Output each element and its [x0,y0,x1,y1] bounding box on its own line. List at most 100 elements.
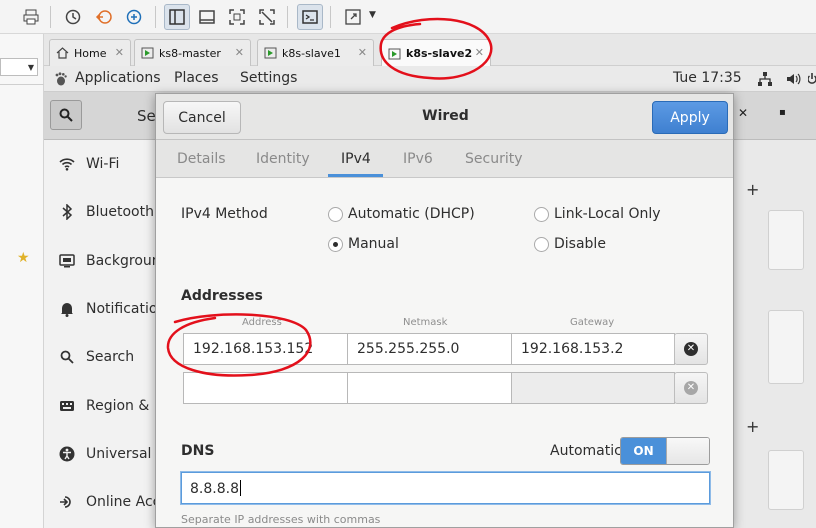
settings-menu[interactable]: Settings [240,70,297,86]
chevron-down-icon: ▼ [27,63,34,72]
column-netmask: Netmask [403,317,448,328]
gateway-field[interactable]: 192.168.153.2 [511,333,675,365]
method-link-local-only[interactable]: Link-Local Only [534,206,661,222]
sidebar-item-bluetooth[interactable]: Bluetooth [44,188,158,236]
minimize-icon[interactable]: ✕ [738,106,748,120]
gnome-foot-icon [54,72,68,90]
places-menu[interactable]: Places [174,70,219,86]
column-address: Address [242,317,282,328]
settings-title-fragment: Se [137,107,156,125]
online-accounts-icon [58,493,76,511]
background-icon [58,252,76,270]
method-automatic-dhcp[interactable]: Automatic (DHCP) [328,206,475,222]
dns-field[interactable]: 8.8.8.8 [181,472,710,504]
console-view-icon[interactable] [194,4,220,30]
settings-search-button[interactable] [50,100,82,130]
wired-dialog: Cancel Wired Apply Details Identity IPv4… [155,93,734,528]
delete-address-button[interactable]: ✕ [674,372,708,404]
dns-label: DNS [181,443,215,459]
search-icon [58,348,76,366]
active-tab-indicator [328,174,383,177]
sidebar-item-universal-access[interactable]: Universal Access [44,430,158,478]
dialog-title: Wired [422,108,469,124]
vm-tab-bar: Home ✕ ks8-master ✕ k8s-slave1 ✕ k8s-sla… [44,34,816,67]
apply-button[interactable]: Apply [652,101,728,134]
radio-icon [534,206,549,222]
add-icon[interactable]: + [746,180,759,199]
switch-on-label: ON [621,438,666,464]
close-icon[interactable]: ✕ [235,46,244,59]
tab-details[interactable]: Details [177,151,226,167]
revert-snapshot-icon[interactable] [91,4,117,30]
chevron-down-icon[interactable]: ▼ [369,10,376,20]
text-cursor [239,480,241,496]
dialog-tabs: Details Identity IPv4 IPv6 Security [156,140,733,178]
fullscreen-icon[interactable] [224,4,250,30]
netmask-field[interactable] [347,372,512,404]
method-manual[interactable]: Manual [328,236,399,252]
home-icon [56,47,69,59]
tab-ks8-master[interactable]: ks8-master ✕ [134,39,251,66]
sidebar-item-region-language[interactable]: Region & Language [44,382,158,430]
library-panel: ▼ ★ [0,34,44,528]
add-icon[interactable]: + [746,417,759,436]
applications-menu[interactable]: Applications [75,70,161,86]
switch-knob [666,438,709,464]
settings-sidebar: Wi-Fi Bluetooth Background Notifications… [44,140,158,528]
vm-icon [141,47,154,59]
vmware-window: ▼ ▼ ★ Home ✕ ks8-master ✕ k8s-slave1 ✕ k… [0,0,816,528]
bell-icon [58,300,76,318]
close-icon[interactable]: ✕ [115,46,124,59]
dns-automatic-switch[interactable]: ON [620,437,710,465]
delete-icon: ✕ [684,381,698,395]
ipv4-method-label: IPv4 Method [181,206,268,222]
snapshot-manager-icon[interactable] [121,4,147,30]
tab-ipv6[interactable]: IPv6 [403,151,433,167]
tab-k8s-slave1[interactable]: k8s-slave1 ✕ [257,39,374,66]
bluetooth-icon [58,203,76,221]
tab-identity[interactable]: Identity [256,151,310,167]
sidebar-view-icon[interactable] [164,4,190,30]
print-icon[interactable] [18,4,44,30]
panel-box [768,210,804,270]
sidebar-item-notifications[interactable]: Notifications [44,285,158,333]
addresses-label: Addresses [181,288,263,304]
delete-icon: ✕ [684,342,698,356]
netmask-field[interactable]: 255.255.255.0 [347,333,512,365]
gnome-top-bar: Applications Places Settings Tue 17:35 [44,66,816,92]
close-icon[interactable]: ✕ [358,46,367,59]
sidebar-item-wifi[interactable]: Wi-Fi [44,140,158,188]
accessibility-icon [58,445,76,463]
unity-icon[interactable] [254,4,280,30]
column-gateway: Gateway [570,317,615,328]
network-icon[interactable] [757,71,773,91]
maximize-icon[interactable]: ▪ [779,107,786,118]
tab-k8s-slave2[interactable]: k8s-slave2 ✕ [381,39,491,67]
gateway-field[interactable] [511,372,675,404]
radio-icon [534,236,549,252]
dns-automatic-label: Automatic [550,443,622,459]
clock[interactable]: Tue 17:35 [673,70,742,86]
dialog-header: Cancel Wired Apply [156,94,733,140]
snapshot-icon[interactable] [60,4,86,30]
terminal-icon[interactable] [297,4,323,30]
wifi-icon [58,155,76,173]
close-icon[interactable]: ✕ [475,46,484,59]
volume-icon[interactable] [785,71,801,91]
sidebar-item-search[interactable]: Search [44,333,158,381]
library-select[interactable]: ▼ [0,58,38,76]
vmware-toolbar: ▼ [0,0,816,34]
tab-home[interactable]: Home ✕ [49,39,131,66]
address-field[interactable] [183,372,348,404]
address-field[interactable]: 192.168.153.152 [183,333,348,365]
sidebar-item-online-accounts[interactable]: Online Accounts [44,478,158,526]
tab-security[interactable]: Security [465,151,523,167]
stretch-icon[interactable] [340,4,366,30]
delete-address-button[interactable]: ✕ [674,333,708,365]
keyboard-icon [58,397,76,415]
star-icon: ★ [17,250,30,266]
tab-ipv4[interactable]: IPv4 [341,151,371,167]
sidebar-item-background[interactable]: Background [44,237,158,285]
power-icon[interactable] [807,71,816,91]
method-disable[interactable]: Disable [534,236,606,252]
